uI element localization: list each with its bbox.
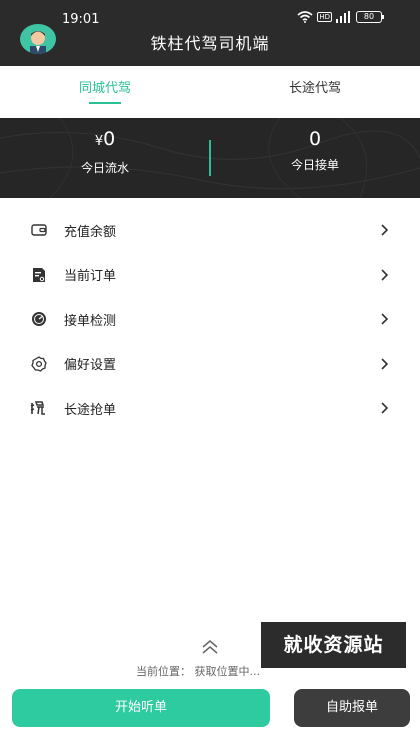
today-orders-label: 今日接单 [290,158,339,172]
today-flow-stat: ¥0 今日流水 [0,126,210,176]
menu-item-order-detection[interactable]: 接单检测 [0,297,420,342]
tab-long-distance-driving[interactable]: 长途代驾 [210,66,420,118]
stats-panel: ¥0 今日流水 0 今日接单 [0,118,420,198]
tab-bar: 同城代驾 长途代驾 [0,66,420,118]
today-flow-amount: 0 [103,128,116,150]
signal-icon [336,11,350,23]
double-chevron-up-icon[interactable] [200,640,220,654]
order-icon [30,266,48,284]
watermark: 就收资源站 [261,622,406,668]
self-report-button[interactable]: 自助报单 [294,689,410,727]
menu-item-label: 充值余额 [64,224,117,240]
menu-item-preferences[interactable]: 偏好设置 [0,342,420,387]
menu-item-label: 偏好设置 [64,358,117,374]
page-title: 铁柱代驾司机端 [150,34,270,53]
gear-icon [30,355,48,373]
chevron-right-icon [381,313,389,325]
grab-icon [30,399,48,417]
menu-item-label: 接单检测 [64,313,117,329]
chevron-right-icon [381,224,389,236]
wallet-icon [30,221,48,239]
today-flow-label: 今日流水 [80,161,129,175]
current-location-text: 当前位置： 获取位置中... [136,665,260,678]
tab-local-driving[interactable]: 同城代驾 [0,66,210,118]
today-orders-stat: 0 今日接单 [210,126,420,173]
chevron-right-icon [381,402,389,414]
detection-icon [30,310,48,328]
currency-symbol: ¥ [94,134,104,149]
menu-item-recharge[interactable]: 充值余额 [0,208,420,253]
status-time: 19:01 [62,12,100,27]
start-listening-button[interactable]: 开始听单 [12,689,270,727]
menu-item-label: 长途抢单 [64,402,117,418]
menu-item-label: 当前订单 [64,269,117,285]
chevron-right-icon [381,269,389,281]
today-flow-value: ¥0 [0,126,210,155]
status-icons: HD 80 [297,11,384,23]
menu-item-long-distance-grab[interactable]: 长途抢单 [0,386,420,431]
wifi-icon [297,11,313,23]
today-orders-value: 0 [308,128,322,150]
menu-item-current-order[interactable]: 当前订单 [0,253,420,298]
battery-icon: 80 [356,11,384,23]
menu-list: 充值余额 当前订单 接单检测 偏好设置 长途抢单 [0,208,420,431]
chevron-right-icon [381,358,389,370]
top-bar: 19:01 HD 80 铁柱代驾司机端 [0,0,420,66]
hd-badge: HD [317,12,332,22]
